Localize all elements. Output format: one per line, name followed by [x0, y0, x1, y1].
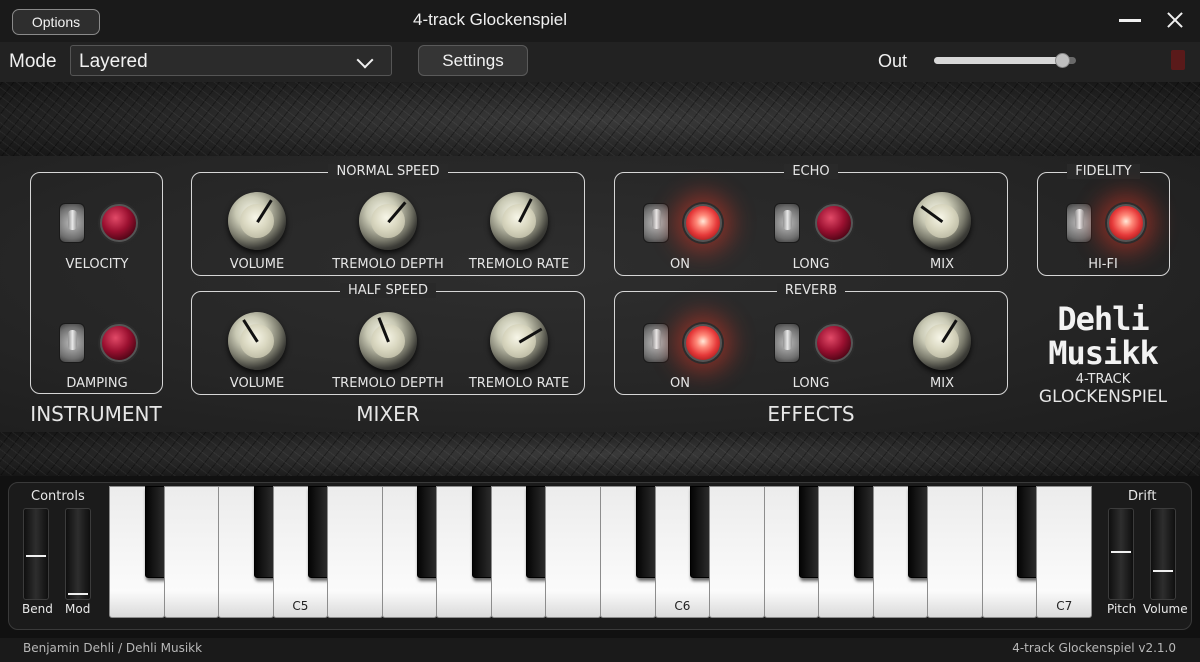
fidelity-title: FIDELITY [1067, 164, 1140, 179]
brand-logo-line1: Dehli [1057, 300, 1149, 338]
key-label: C6 [674, 599, 691, 613]
minimize-icon[interactable] [1119, 19, 1141, 22]
normal-volume-label: VOLUME [229, 257, 285, 272]
hifi-toggle[interactable] [1066, 203, 1092, 243]
half-tremolo-rate-knob[interactable] [490, 312, 548, 370]
normal-tremolo-depth-label: TREMOLO DEPTH [332, 257, 444, 272]
drift-volume-wheel[interactable] [1150, 508, 1176, 600]
reverb-mix-knob[interactable] [913, 312, 971, 370]
mode-label: Mode [9, 51, 57, 72]
half-tremolo-depth-label: TREMOLO DEPTH [332, 376, 444, 391]
instrument-group [30, 172, 163, 394]
reverb-on-label: ON [670, 376, 690, 391]
echo-mix-label: MIX [930, 257, 954, 272]
hifi-led [1107, 204, 1145, 242]
white-key[interactable] [163, 486, 220, 618]
brand-logo: Dehli Musikk 4-TRACK GLOCKENSPIEL [1030, 302, 1176, 407]
mixer-section-label: MIXER [356, 402, 420, 426]
mode-select[interactable]: Layered [70, 45, 392, 76]
clip-indicator [1171, 50, 1185, 70]
normal-tremolo-depth-knob[interactable] [359, 192, 417, 250]
close-icon[interactable] [1163, 8, 1187, 32]
output-slider[interactable] [934, 53, 1076, 68]
half-tremolo-rate-label: TREMOLO RATE [468, 376, 570, 391]
mod-label: Mod [65, 602, 91, 616]
echo-on-label: ON [670, 257, 690, 272]
echo-title: ECHO [784, 164, 838, 179]
hifi-label: HI-FI [1088, 257, 1118, 272]
normal-tremolo-rate-label: TREMOLO RATE [468, 257, 570, 272]
white-key[interactable] [709, 486, 765, 618]
velocity-label: VELOCITY [65, 257, 129, 272]
reverb-title: REVERB [776, 283, 846, 298]
effects-section-label: EFFECTS [767, 402, 855, 426]
brand-subtitle-2: GLOCKENSPIEL [1038, 387, 1168, 407]
piano-keyboard: C5 C6 C7 [109, 486, 1092, 618]
footer-version: 4-track Glockenspiel v2.1.0 [1012, 641, 1176, 655]
controls-title: Controls [31, 489, 85, 504]
normal-speed-title: NORMAL SPEED [328, 164, 448, 179]
control-panel: VELOCITY DAMPING INSTRUMENT NORMAL SPEED… [0, 156, 1200, 434]
settings-button[interactable]: Settings [418, 45, 528, 76]
instrument-section-label: INSTRUMENT [30, 402, 162, 426]
out-label: Out [878, 51, 908, 71]
velocity-toggle[interactable] [59, 203, 85, 243]
pitch-bend-wheel[interactable] [23, 508, 49, 600]
toolbar: Mode Layered Settings Out [0, 42, 1200, 82]
reverb-on-led [684, 324, 722, 362]
drift-volume-label: Volume [1143, 602, 1188, 616]
mode-value: Layered [79, 51, 148, 72]
velocity-led [100, 204, 138, 242]
white-key[interactable]: C7 [1036, 486, 1092, 618]
normal-volume-knob[interactable] [228, 192, 286, 250]
half-tremolo-depth-knob[interactable] [359, 312, 417, 370]
reverb-long-label: LONG [792, 376, 830, 391]
brand-logo-line2: Musikk [1048, 334, 1159, 372]
echo-on-led [684, 204, 722, 242]
window-title: 4-track Glockenspiel [412, 10, 567, 29]
damping-label: DAMPING [66, 376, 128, 391]
key-label: C5 [292, 599, 309, 613]
mod-wheel[interactable] [65, 508, 91, 600]
tolex-top [0, 82, 1200, 158]
white-key[interactable] [927, 486, 983, 618]
pitch-label: Pitch [1107, 602, 1137, 616]
reverb-long-toggle[interactable] [774, 323, 800, 363]
brand-subtitle-1: 4-TRACK [1075, 372, 1131, 387]
reverb-on-toggle[interactable] [643, 323, 669, 363]
footer: Benjamin Dehli / Dehli Musikk 4-track Gl… [0, 638, 1200, 662]
options-button[interactable]: Options [12, 9, 100, 35]
half-speed-title: HALF SPEED [339, 283, 437, 298]
output-slider-fill [934, 57, 1062, 64]
echo-long-label: LONG [792, 257, 830, 272]
normal-tremolo-rate-knob[interactable] [490, 192, 548, 250]
key-label: C7 [1056, 599, 1073, 613]
echo-long-led [815, 204, 853, 242]
reverb-long-led [815, 324, 853, 362]
half-volume-label: VOLUME [229, 376, 285, 391]
echo-mix-knob[interactable] [913, 192, 971, 250]
footer-author: Benjamin Dehli / Dehli Musikk [23, 641, 203, 655]
echo-on-toggle[interactable] [643, 203, 669, 243]
drift-pitch-wheel[interactable] [1108, 508, 1134, 600]
echo-long-toggle[interactable] [774, 203, 800, 243]
half-volume-knob[interactable] [228, 312, 286, 370]
damping-led [100, 324, 138, 362]
damping-toggle[interactable] [59, 323, 85, 363]
white-key[interactable] [545, 486, 601, 618]
chevron-down-icon [356, 51, 374, 69]
tolex-middle [0, 432, 1200, 476]
title-bar: Options 4-track Glockenspiel [0, 0, 1200, 42]
bend-label: Bend [22, 602, 53, 616]
output-slider-thumb[interactable] [1054, 53, 1070, 68]
white-key[interactable] [327, 486, 383, 618]
drift-title: Drift [1128, 489, 1157, 504]
reverb-mix-label: MIX [930, 376, 954, 391]
